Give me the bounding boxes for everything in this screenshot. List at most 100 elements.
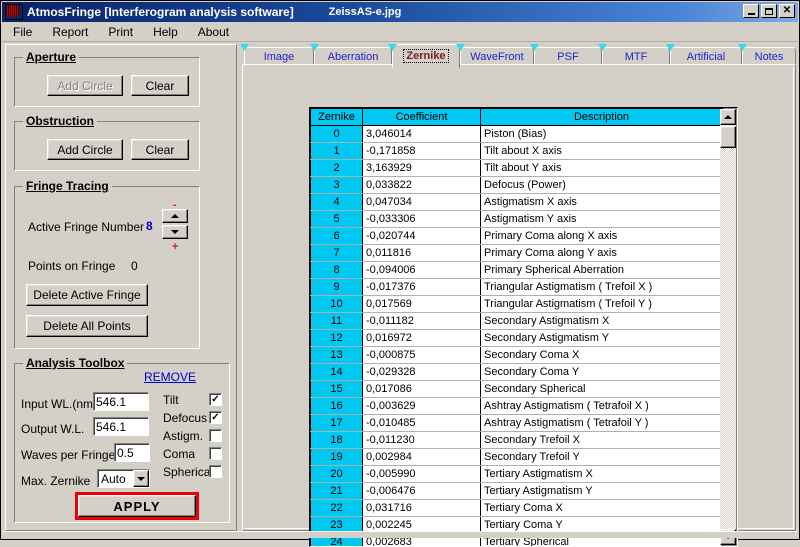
cell-description: Tertiary Coma X: [481, 500, 723, 517]
cell-coefficient: -0,029328: [363, 364, 481, 381]
cell-description: Secondary Trefoil Y: [481, 449, 723, 466]
cell-coefficient: -0,033306: [363, 211, 481, 228]
waves-per-fringe-label: Waves per Fringe: [21, 448, 115, 462]
column-header-coefficient[interactable]: Coefficient: [363, 109, 481, 126]
cell-zernike-index: 4: [311, 194, 363, 211]
table-row[interactable]: 1-0,171858Tilt about X axis: [311, 143, 723, 160]
table-row[interactable]: 150,017086Secondary Spherical: [311, 381, 723, 398]
cell-description: Astigmatism Y axis: [481, 211, 723, 228]
term-label-astigm: Astigm.: [163, 429, 203, 443]
cell-description: Piston (Bias): [481, 126, 723, 143]
active-fringe-spinner[interactable]: - +: [162, 209, 188, 239]
term-label-coma: Coma: [163, 447, 195, 461]
obstruction-clear-button[interactable]: Clear: [131, 139, 189, 160]
cell-coefficient: 3,163929: [363, 160, 481, 177]
obstruction-group-title: Obstruction: [23, 114, 97, 128]
spinner-up-button[interactable]: [162, 209, 188, 223]
tab-label: Aberration: [328, 51, 379, 63]
menu-item-file[interactable]: File: [4, 24, 41, 40]
cell-description: Ashtray Astigmatism ( Tetrafoil X ): [481, 398, 723, 415]
cell-description: Primary Coma along X axis: [481, 228, 723, 245]
table-row[interactable]: 220,031716Tertiary Coma X: [311, 500, 723, 517]
table-row[interactable]: 20-0,005990Tertiary Astigmatism X: [311, 466, 723, 483]
term-checkbox-tilt[interactable]: ✓: [209, 393, 222, 406]
term-checkbox-defocus[interactable]: ✓: [209, 411, 222, 424]
cell-description: Tilt about X axis: [481, 143, 723, 160]
delete-active-fringe-button[interactable]: Delete Active Fringe: [26, 284, 148, 306]
table-row[interactable]: 5-0,033306Astigmatism Y axis: [311, 211, 723, 228]
aperture-clear-button[interactable]: Clear: [131, 75, 189, 96]
scrollbar-thumb[interactable]: [720, 126, 736, 148]
close-button[interactable]: ✕: [779, 4, 795, 18]
maximize-button[interactable]: [761, 4, 777, 18]
table-row[interactable]: 13-0,000875Secondary Coma X: [311, 347, 723, 364]
table-row[interactable]: 23,163929Tilt about Y axis: [311, 160, 723, 177]
minimize-button[interactable]: [743, 4, 759, 18]
table-row[interactable]: 11-0,011182Secondary Astigmatism X: [311, 313, 723, 330]
remove-link[interactable]: REMOVE: [144, 370, 196, 384]
spinner-down-button[interactable]: [162, 225, 188, 239]
cell-description: Triangular Astigmatism ( Trefoil Y ): [481, 296, 723, 313]
client-area: Aperture Add Circle Clear Obstruction Ad…: [2, 42, 798, 539]
cell-zernike-index: 6: [311, 228, 363, 245]
waves-per-fringe-field[interactable]: 0.5: [114, 443, 150, 462]
table-vertical-scrollbar[interactable]: [720, 109, 736, 545]
menu-item-report[interactable]: Report: [43, 24, 97, 40]
cell-coefficient: 0,033822: [363, 177, 481, 194]
term-checkbox-coma[interactable]: [209, 447, 222, 460]
output-wl-field[interactable]: 546.1: [93, 417, 149, 436]
title-bar: AtmosFringe [Interferogram analysis soft…: [2, 2, 798, 22]
obstruction-add-circle-button[interactable]: Add Circle: [47, 139, 123, 160]
maximize-icon: [765, 8, 773, 15]
cell-zernike-index: 17: [311, 415, 363, 432]
table-row[interactable]: 9-0,017376Triangular Astigmatism ( Trefo…: [311, 279, 723, 296]
scroll-up-button[interactable]: [720, 109, 736, 125]
table-row[interactable]: 03,046014Piston (Bias): [311, 126, 723, 143]
term-checkbox-spherical[interactable]: [209, 465, 222, 478]
cell-coefficient: -0,005990: [363, 466, 481, 483]
active-fringe-value: 8: [146, 219, 153, 233]
table-row[interactable]: 6-0,020744Primary Coma along X axis: [311, 228, 723, 245]
cell-coefficient: 0,047034: [363, 194, 481, 211]
menu-item-help[interactable]: Help: [144, 24, 187, 40]
apply-button[interactable]: APPLY: [78, 495, 196, 517]
tab-label: WaveFront: [470, 51, 523, 63]
cell-coefficient: 0,002984: [363, 449, 481, 466]
input-wl-field[interactable]: 546.1: [93, 392, 149, 411]
table-row[interactable]: 18-0,011230Secondary Trefoil X: [311, 432, 723, 449]
table-row[interactable]: 8-0,094006Primary Spherical Aberration: [311, 262, 723, 279]
cell-coefficient: -0,020744: [363, 228, 481, 245]
tab-zernike[interactable]: Zernike: [392, 44, 460, 68]
column-header-zernike[interactable]: Zernike: [311, 109, 363, 126]
zernike-table-container[interactable]: Zernike Coefficient Description 03,04601…: [309, 107, 738, 547]
max-zernike-label: Max. Zernike: [21, 474, 90, 488]
table-row[interactable]: 100,017569Triangular Astigmatism ( Trefo…: [311, 296, 723, 313]
table-row[interactable]: 16-0,003629Ashtray Astigmatism ( Tetrafo…: [311, 398, 723, 415]
table-row[interactable]: 70,011816Primary Coma along Y axis: [311, 245, 723, 262]
table-row[interactable]: 30,033822Defocus (Power): [311, 177, 723, 194]
menu-bar: File Report Print Help About: [2, 22, 798, 42]
table-row[interactable]: 17-0,010485Ashtray Astigmatism ( Tetrafo…: [311, 415, 723, 432]
table-row[interactable]: 120,016972Secondary Astigmatism Y: [311, 330, 723, 347]
menu-item-about[interactable]: About: [189, 24, 238, 40]
table-row[interactable]: 14-0,029328Secondary Coma Y: [311, 364, 723, 381]
cell-description: Astigmatism X axis: [481, 194, 723, 211]
tab-label: Artificial: [687, 51, 726, 63]
term-checkbox-astigm[interactable]: [209, 429, 222, 442]
combo-arrow-button[interactable]: [133, 470, 149, 487]
table-row[interactable]: 40,047034Astigmatism X axis: [311, 194, 723, 211]
table-row[interactable]: 21-0,006476Tertiary Astigmatism Y: [311, 483, 723, 500]
table-row[interactable]: 190,002984Secondary Trefoil Y: [311, 449, 723, 466]
max-zernike-select[interactable]: Auto: [97, 469, 150, 488]
max-zernike-value: Auto: [98, 472, 133, 486]
menu-item-print[interactable]: Print: [99, 24, 142, 40]
aperture-add-circle-button[interactable]: Add Circle: [47, 75, 123, 96]
cell-description: Secondary Coma X: [481, 347, 723, 364]
cell-zernike-index: 13: [311, 347, 363, 364]
column-header-description[interactable]: Description: [481, 109, 723, 126]
cell-description: Tertiary Astigmatism Y: [481, 483, 723, 500]
points-on-fringe-value: 0: [131, 259, 138, 273]
delete-all-points-button[interactable]: Delete All Points: [26, 315, 148, 337]
term-label-tilt: Tilt: [163, 393, 179, 407]
cell-coefficient: -0,003629: [363, 398, 481, 415]
